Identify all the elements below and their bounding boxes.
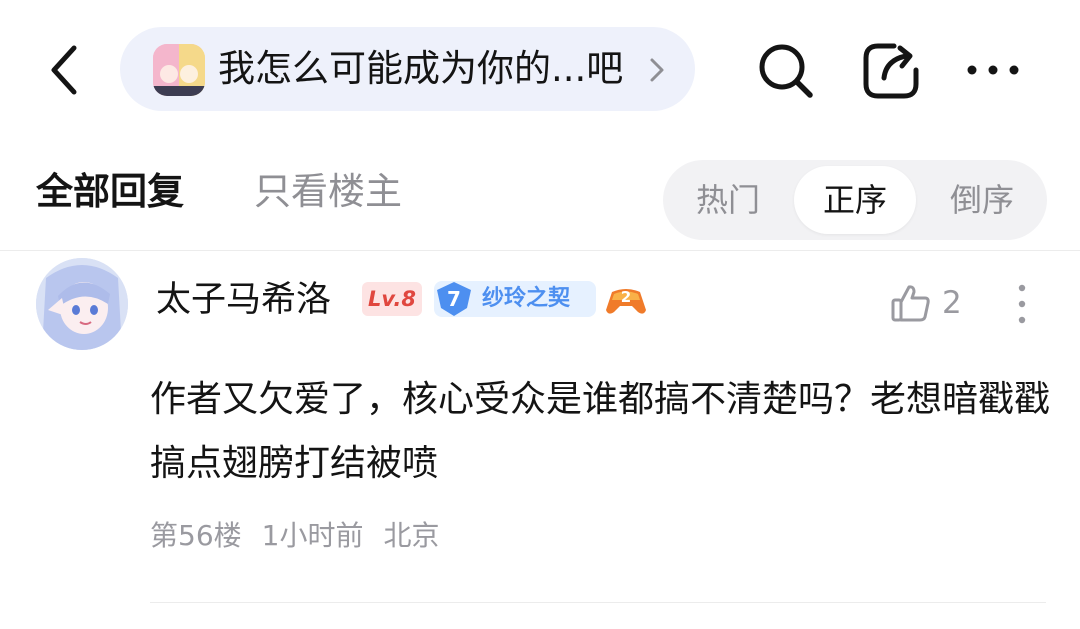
sort-segmented-control: 热门 正序 倒序: [663, 160, 1047, 240]
game-controller-icon: 2: [606, 288, 646, 314]
search-icon: [759, 44, 813, 98]
search-button[interactable]: [755, 40, 817, 102]
post-location: 北京: [383, 519, 440, 552]
avatar[interactable]: [36, 258, 128, 350]
share-button[interactable]: [860, 40, 922, 102]
forum-title-pill[interactable]: 我怎么可能成为你的...吧: [120, 27, 695, 111]
game-badge-number: 2: [621, 288, 631, 306]
post-divider: [150, 602, 1046, 603]
more-vertical-icon: [1018, 284, 1026, 324]
more-options-button[interactable]: [962, 55, 1024, 85]
sort-descending[interactable]: 倒序: [921, 166, 1043, 234]
fan-badge-name: 纱玲之契: [482, 286, 571, 311]
sort-ascending[interactable]: 正序: [794, 166, 916, 234]
fan-badge[interactable]: 7 纱玲之契: [434, 281, 596, 317]
back-button[interactable]: [40, 40, 92, 100]
game-badge: 2: [604, 282, 648, 318]
tab-all-replies[interactable]: 全部回复: [36, 168, 184, 216]
share-icon: [863, 43, 919, 99]
post-more-button[interactable]: [1008, 282, 1036, 326]
sort-hot[interactable]: 热门: [667, 166, 789, 234]
post-floor: 第56楼: [150, 519, 242, 552]
like-button[interactable]: 2: [890, 280, 970, 326]
section-divider: [0, 250, 1080, 251]
username[interactable]: 太子马希洛: [156, 276, 331, 324]
post-time: 1小时前: [261, 519, 364, 552]
fan-badge-number: 7: [447, 287, 461, 311]
post-content: 作者又欠爱了，核心受众是谁都搞不清楚吗？老想暗戳戳搞点翅膀打结被喷: [150, 379, 1051, 484]
forum-title: 我怎么可能成为你的...吧: [218, 47, 624, 90]
tab-only-op[interactable]: 只看楼主: [254, 168, 402, 216]
level-badge: Lv.8: [362, 282, 422, 316]
thumbs-up-icon: [891, 285, 930, 322]
more-horizontal-icon: [967, 65, 1019, 75]
forum-avatar: [153, 44, 205, 96]
chevron-left-icon: [51, 45, 77, 95]
chevron-right-icon: [650, 58, 664, 82]
like-count: 2: [942, 285, 962, 321]
post-meta: 第56楼 1小时前 北京: [150, 514, 459, 558]
